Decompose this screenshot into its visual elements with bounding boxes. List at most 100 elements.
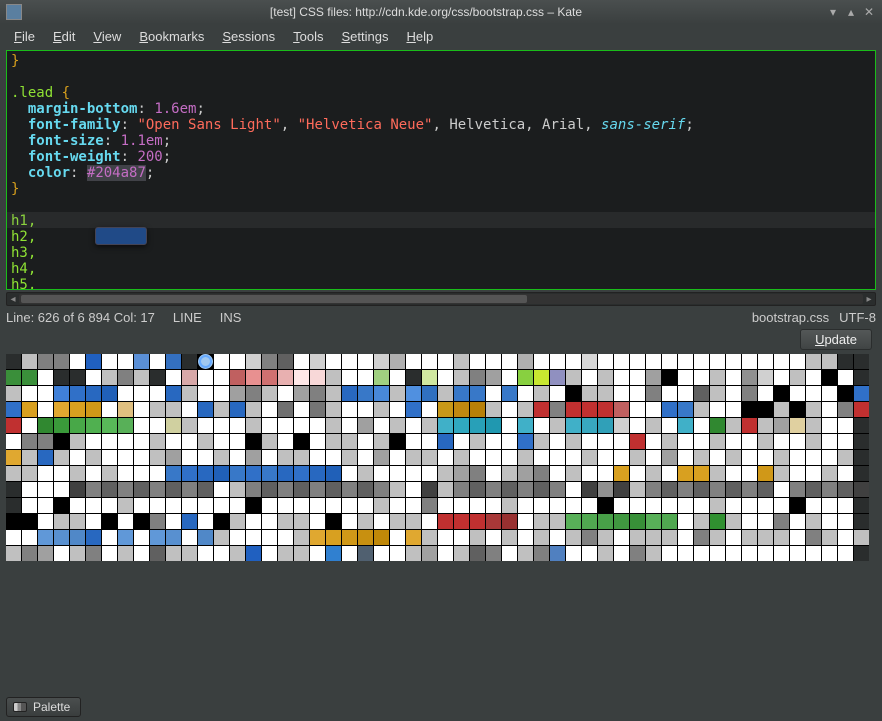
palette-swatch[interactable] — [182, 498, 197, 513]
palette-swatch[interactable] — [374, 418, 389, 433]
palette-swatch[interactable] — [662, 482, 677, 497]
palette-swatch[interactable] — [422, 434, 437, 449]
palette-swatch[interactable] — [454, 402, 469, 417]
palette-swatch[interactable] — [262, 482, 277, 497]
palette-swatch[interactable] — [806, 466, 821, 481]
palette-swatch[interactable] — [38, 482, 53, 497]
palette-swatch[interactable] — [534, 530, 549, 545]
palette-swatch[interactable] — [310, 418, 325, 433]
palette-swatch[interactable] — [518, 514, 533, 529]
palette-swatch[interactable] — [806, 370, 821, 385]
palette-swatch[interactable] — [278, 482, 293, 497]
palette-swatch[interactable] — [566, 546, 581, 561]
palette-swatch[interactable] — [54, 386, 69, 401]
palette-swatch[interactable] — [694, 450, 709, 465]
palette-swatch[interactable] — [694, 546, 709, 561]
palette-swatch[interactable] — [182, 482, 197, 497]
palette-swatch[interactable] — [374, 450, 389, 465]
palette-swatch[interactable] — [134, 354, 149, 369]
palette-swatch[interactable] — [86, 402, 101, 417]
palette-swatch[interactable] — [662, 546, 677, 561]
palette-swatch[interactable] — [502, 466, 517, 481]
palette-swatch[interactable] — [374, 466, 389, 481]
palette-swatch[interactable] — [774, 386, 789, 401]
palette-swatch[interactable] — [134, 466, 149, 481]
palette-swatch[interactable] — [102, 402, 117, 417]
palette-swatch[interactable] — [278, 530, 293, 545]
palette-swatch[interactable] — [54, 354, 69, 369]
palette-swatch[interactable] — [614, 498, 629, 513]
palette-swatch[interactable] — [502, 418, 517, 433]
palette-swatch[interactable] — [70, 418, 85, 433]
palette-swatch[interactable] — [486, 354, 501, 369]
palette-swatch[interactable] — [54, 370, 69, 385]
palette-swatch[interactable] — [582, 418, 597, 433]
palette-swatch[interactable] — [838, 466, 853, 481]
palette-swatch[interactable] — [214, 450, 229, 465]
palette-swatch[interactable] — [214, 386, 229, 401]
palette-swatch[interactable] — [806, 434, 821, 449]
palette-swatch[interactable] — [454, 530, 469, 545]
palette-swatch[interactable] — [54, 418, 69, 433]
palette-swatch[interactable] — [198, 466, 213, 481]
palette-swatch[interactable] — [294, 370, 309, 385]
palette-swatch[interactable] — [646, 546, 661, 561]
palette-swatch[interactable] — [6, 402, 21, 417]
palette-swatch[interactable] — [214, 434, 229, 449]
palette-swatch[interactable] — [678, 418, 693, 433]
palette-swatch[interactable] — [278, 450, 293, 465]
palette-swatch[interactable] — [230, 514, 245, 529]
palette-swatch[interactable] — [614, 482, 629, 497]
palette-swatch[interactable] — [534, 386, 549, 401]
palette-swatch[interactable] — [6, 370, 21, 385]
palette-swatch[interactable] — [502, 530, 517, 545]
palette-swatch[interactable] — [6, 514, 21, 529]
palette-swatch[interactable] — [406, 546, 421, 561]
palette-swatch[interactable] — [790, 514, 805, 529]
palette-swatch[interactable] — [38, 402, 53, 417]
palette-swatch[interactable] — [214, 482, 229, 497]
palette-swatch[interactable] — [150, 386, 165, 401]
scroll-right-icon[interactable]: ▸ — [863, 294, 875, 305]
palette-swatch[interactable] — [566, 498, 581, 513]
palette-swatch[interactable] — [70, 546, 85, 561]
palette-swatch[interactable] — [774, 498, 789, 513]
palette-swatch[interactable] — [662, 402, 677, 417]
palette-swatch[interactable] — [630, 530, 645, 545]
palette-swatch[interactable] — [262, 402, 277, 417]
palette-swatch[interactable] — [598, 466, 613, 481]
palette-swatch[interactable] — [470, 450, 485, 465]
palette-swatch[interactable] — [390, 354, 405, 369]
palette-swatch[interactable] — [646, 450, 661, 465]
palette-swatch[interactable] — [118, 354, 133, 369]
palette-swatch[interactable] — [342, 402, 357, 417]
palette-swatch[interactable] — [726, 466, 741, 481]
maximize-button[interactable]: ▴ — [844, 5, 858, 19]
palette-swatch[interactable] — [566, 466, 581, 481]
palette-swatch[interactable] — [406, 450, 421, 465]
palette-swatch[interactable] — [598, 530, 613, 545]
palette-swatch[interactable] — [566, 370, 581, 385]
palette-swatch[interactable] — [182, 402, 197, 417]
palette-swatch[interactable] — [486, 418, 501, 433]
palette-swatch[interactable] — [262, 498, 277, 513]
palette-swatch[interactable] — [774, 482, 789, 497]
palette-swatch[interactable] — [854, 514, 869, 529]
palette-swatch[interactable] — [214, 530, 229, 545]
palette-swatch[interactable] — [678, 466, 693, 481]
palette-swatch[interactable] — [470, 354, 485, 369]
palette-swatch[interactable] — [358, 514, 373, 529]
palette-swatch[interactable] — [678, 482, 693, 497]
palette-swatch[interactable] — [598, 354, 613, 369]
palette-swatch[interactable] — [710, 370, 725, 385]
palette-swatch[interactable] — [726, 498, 741, 513]
palette-swatch[interactable] — [182, 418, 197, 433]
palette-swatch[interactable] — [470, 466, 485, 481]
palette-swatch[interactable] — [534, 450, 549, 465]
palette-swatch[interactable] — [38, 354, 53, 369]
palette-swatch[interactable] — [710, 402, 725, 417]
palette-swatch[interactable] — [198, 386, 213, 401]
palette-swatch[interactable] — [230, 386, 245, 401]
palette-swatch[interactable] — [358, 370, 373, 385]
palette-swatch[interactable] — [278, 466, 293, 481]
